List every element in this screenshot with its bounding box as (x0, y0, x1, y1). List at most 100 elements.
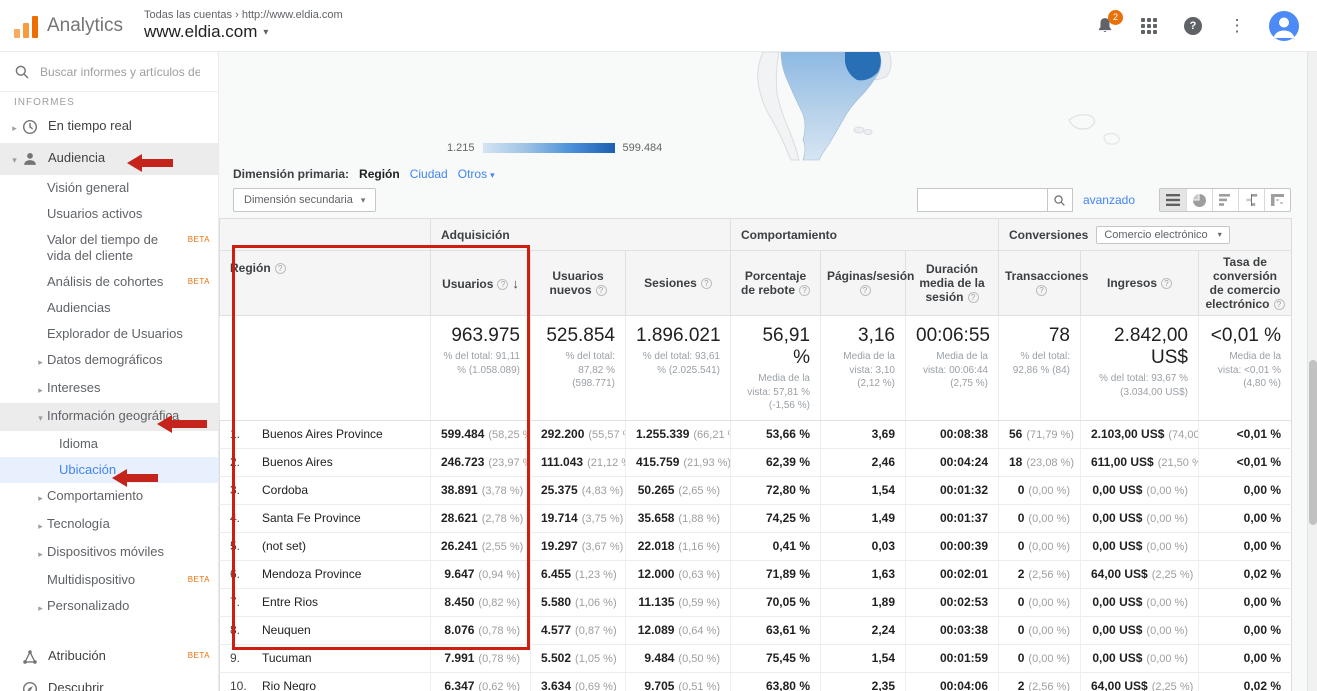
table-row[interactable]: 3.Cordoba 38.891(3,78 %) 25.375(4,83 %) … (220, 476, 1292, 504)
table-row[interactable]: 7.Entre Rios 8.450(0,82 %) 5.580(1,06 %)… (220, 588, 1292, 616)
column-header-pages-session[interactable]: Páginas/sesión? (821, 251, 906, 316)
sidebar-item-atribucion[interactable]: AtribuciónBETA (0, 641, 218, 673)
region-cell[interactable]: 8.Neuquen (220, 616, 431, 644)
region-name[interactable]: Cordoba (262, 483, 308, 497)
sidebar-item-explorador-de-usuarios[interactable]: Explorador de Usuarios (0, 321, 218, 347)
region-name[interactable]: Mendoza Province (262, 567, 361, 581)
help-icon[interactable]: ? (497, 279, 508, 290)
sidebar-item-ubicacion[interactable]: Ubicación (0, 457, 218, 483)
region-name[interactable]: (not set) (262, 539, 306, 553)
table-search-button[interactable] (1047, 188, 1073, 212)
help-icon[interactable]: ? (860, 285, 871, 296)
conversions-type-select[interactable]: Comercio electrónico ▾ (1096, 226, 1229, 244)
table-row[interactable]: 9.Tucuman 7.991(0,78 %) 5.502(1,05 %) 9.… (220, 644, 1292, 672)
more-menu-button[interactable]: ⋮ (1225, 14, 1249, 38)
chevron-down-icon: ▾ (34, 408, 47, 426)
help-icon[interactable]: ? (1274, 299, 1285, 310)
column-header-sessions[interactable]: Sesiones? (626, 251, 731, 316)
sidebar-item-audiencias[interactable]: Audiencias (0, 295, 218, 321)
vertical-scrollbar[interactable] (1307, 52, 1317, 691)
table-row[interactable]: 10.Rio Negro 6.347(0,62 %) 3.634(0,69 %)… (220, 672, 1292, 691)
dimension-region[interactable]: Región (359, 167, 400, 181)
region-cell[interactable]: 1.Buenos Aires Province (220, 420, 431, 448)
sidebar-item-tecnologia[interactable]: ▸Tecnología (0, 511, 218, 539)
sidebar-item-dispositivos-moviles[interactable]: ▸Dispositivos móviles (0, 539, 218, 567)
region-cell[interactable]: 10.Rio Negro (220, 672, 431, 691)
region-cell[interactable]: 4.Santa Fe Province (220, 504, 431, 532)
property-selector[interactable]: www.eldia.com ▾ (144, 22, 343, 42)
sidebar-item-audiencia[interactable]: ▾Audiencia (0, 143, 218, 175)
region-cell[interactable]: 9.Tucuman (220, 644, 431, 672)
column-header-bounce-rate[interactable]: Porcentaje de rebote? (731, 251, 821, 316)
sidebar-item-personalizado[interactable]: ▸Personalizado (0, 593, 218, 621)
region-cell[interactable]: 7.Entre Rios (220, 588, 431, 616)
breadcrumb[interactable]: Todas las cuentas › http://www.eldia.com (144, 9, 343, 21)
table-row[interactable]: 6.Mendoza Province 9.647(0,94 %) 6.455(1… (220, 560, 1292, 588)
sidebar-item-vision-general[interactable]: Visión general (0, 175, 218, 201)
help-icon[interactable]: ? (799, 285, 810, 296)
help-icon[interactable]: ? (968, 292, 979, 303)
sidebar-item-comportamiento[interactable]: ▸Comportamiento (0, 483, 218, 511)
region-cell[interactable]: 5.(not set) (220, 532, 431, 560)
percentage-view-button[interactable] (1186, 189, 1212, 211)
table-row[interactable]: 4.Santa Fe Province 28.621(2,78 %) 19.71… (220, 504, 1292, 532)
sidebar-item-intereses[interactable]: ▸Intereses (0, 375, 218, 403)
column-header-transactions[interactable]: Transacciones? (999, 251, 1081, 316)
region-name[interactable]: Entre Rios (262, 595, 318, 609)
comparison-view-button[interactable] (1238, 189, 1264, 211)
help-icon[interactable]: ? (596, 285, 607, 296)
user-avatar[interactable] (1269, 11, 1299, 41)
sidebar-item-analisis-de-cohortes[interactable]: Análisis de cohortesBETA (0, 269, 218, 295)
dimension-other[interactable]: Otros▾ (458, 167, 495, 181)
help-icon[interactable]: ? (1036, 285, 1047, 296)
notifications-button[interactable]: 2 (1093, 14, 1117, 38)
table-row[interactable]: 8.Neuquen 8.076(0,78 %) 4.577(0,87 %) 12… (220, 616, 1292, 644)
column-header-conversion-rate[interactable]: Tasa de conversión de comercio electróni… (1199, 251, 1292, 316)
search-input[interactable] (40, 65, 200, 79)
sidebar-item-usuarios-activos[interactable]: Usuarios activos (0, 201, 218, 227)
sidebar-item-idioma[interactable]: Idioma (0, 431, 218, 457)
region-cell[interactable]: 2.Buenos Aires (220, 448, 431, 476)
sidebar-item-valor-del-tiempo-de-vida-del-cliente[interactable]: Valor del tiempo de vida del clienteBETA (0, 227, 218, 269)
region-name[interactable]: Buenos Aires Province (262, 427, 383, 441)
sidebar-item-informacion-geografica[interactable]: ▾Información geográfica (0, 403, 218, 431)
sidebar-item-descubrir[interactable]: Descubrir (0, 673, 218, 691)
performance-view-button[interactable] (1212, 189, 1238, 211)
region-name[interactable]: Neuquen (262, 623, 311, 637)
column-header-revenue[interactable]: Ingresos? (1081, 251, 1199, 316)
advanced-filter-link[interactable]: avanzado (1083, 193, 1135, 207)
secondary-dimension-button[interactable]: Dimensión secundaria ▾ (233, 188, 376, 212)
region-name[interactable]: Buenos Aires (262, 455, 333, 469)
users-cell: 246.723(23,97 %) (431, 448, 531, 476)
column-header-new-users[interactable]: Usuarios nuevos? (531, 251, 626, 316)
sidebar-item-en-tiempo-real[interactable]: ▸En tiempo real (0, 111, 218, 143)
region-name[interactable]: Tucuman (262, 651, 312, 665)
sidebar-search[interactable] (0, 52, 218, 92)
table-row[interactable]: 1.Buenos Aires Province 599.484(58,25 %)… (220, 420, 1292, 448)
help-icon[interactable]: ? (275, 263, 286, 274)
column-header-users[interactable]: Usuarios?↓ (431, 251, 531, 316)
sidebar-item-datos-demograficos[interactable]: ▸Datos demográficos (0, 347, 218, 375)
table-row[interactable]: 5.(not set) 26.241(2,55 %) 19.297(3,67 %… (220, 532, 1292, 560)
sidebar-item-label: Usuarios activos (47, 206, 210, 222)
help-icon[interactable]: ? (701, 278, 712, 289)
scrollbar-thumb[interactable] (1309, 360, 1317, 525)
column-header-region[interactable]: Región? (220, 251, 431, 316)
table-view-button[interactable] (1160, 189, 1186, 211)
logo[interactable]: Analytics (14, 14, 136, 38)
column-header-avg-duration[interactable]: Duración media de la sesión? (906, 251, 999, 316)
chevron-right-icon: ▸ (34, 380, 47, 398)
region-name[interactable]: Rio Negro (262, 679, 316, 691)
apps-grid-button[interactable] (1137, 14, 1161, 38)
sidebar-item-multidispositivo[interactable]: MultidispositivoBETA (0, 567, 218, 593)
region-name[interactable]: Santa Fe Province (262, 511, 361, 525)
table-search-input[interactable] (917, 188, 1047, 212)
pivot-view-button[interactable] (1264, 189, 1290, 211)
chevron-down-icon: ▾ (263, 27, 268, 38)
help-button[interactable]: ? (1181, 14, 1205, 38)
table-row[interactable]: 2.Buenos Aires 246.723(23,97 %) 111.043(… (220, 448, 1292, 476)
region-cell[interactable]: 3.Cordoba (220, 476, 431, 504)
dimension-city[interactable]: Ciudad (410, 167, 448, 181)
help-icon[interactable]: ? (1161, 278, 1172, 289)
region-cell[interactable]: 6.Mendoza Province (220, 560, 431, 588)
